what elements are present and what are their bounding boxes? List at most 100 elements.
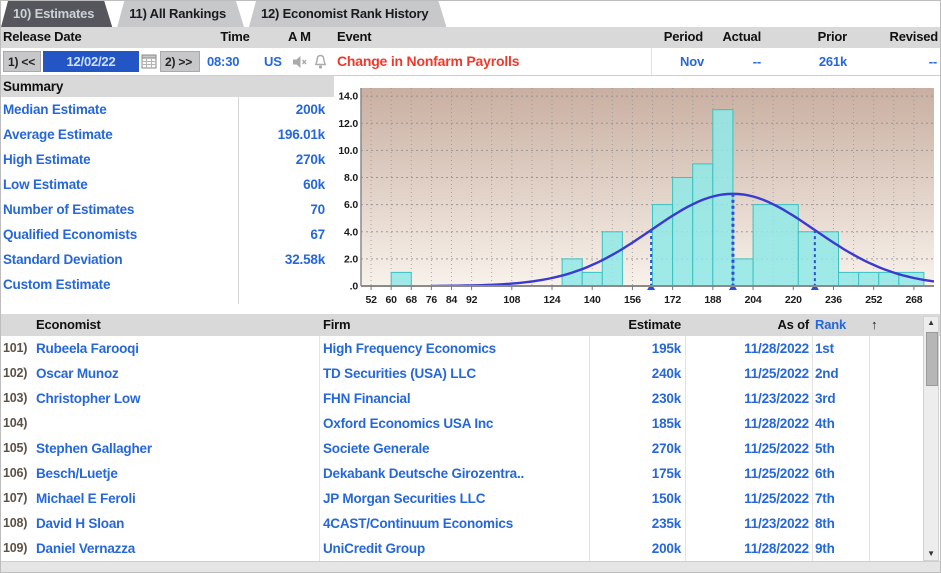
economist-name: Oscar Munoz	[36, 361, 119, 386]
summary-row: Low Estimate60k	[1, 172, 334, 197]
row-number: 102)	[3, 361, 34, 386]
estimate-value: 200k	[593, 536, 681, 561]
row-number: 105)	[3, 436, 34, 461]
rank-value: 5th	[815, 436, 835, 461]
rank-value: 3rd	[815, 386, 835, 411]
x-tick-label: 172	[664, 294, 681, 306]
row-number: 101)	[3, 336, 34, 361]
y-tick-label: 8.0	[344, 172, 358, 184]
x-tick-label: 236	[825, 294, 842, 306]
prev-release-button[interactable]: 1) <<	[3, 51, 41, 72]
estimate-value: 175k	[593, 461, 681, 486]
x-tick-label: 124	[544, 294, 561, 306]
x-tick-label: 84	[446, 294, 458, 306]
table-row[interactable]: 105)Stephen GallagherSociete Generale270…	[1, 436, 940, 461]
col-actual: Actual	[709, 29, 761, 44]
summary-row: Median Estimate200k	[1, 97, 334, 122]
plot-background	[361, 88, 934, 286]
asof-date: 11/23/2022	[689, 511, 809, 536]
asof-date: 11/23/2022	[689, 386, 809, 411]
table-row[interactable]: 108)David H Sloan4CAST/Continuum Economi…	[1, 511, 940, 536]
summary-value: 200k	[296, 97, 325, 122]
summary-value: 70	[310, 197, 325, 222]
rank-value: 6th	[815, 461, 835, 486]
summary-divider	[238, 97, 239, 304]
col-alert-monitor: A M	[288, 29, 311, 44]
tab-12-economist-rank-history[interactable]: 12) Economist Rank History	[249, 1, 446, 27]
table-scrollbar[interactable]: ▲ ▼	[923, 316, 939, 561]
economist-name: Stephen Gallagher	[36, 436, 152, 461]
estimate-value: 240k	[593, 361, 681, 386]
estimate-value: 230k	[593, 386, 681, 411]
footer-strip	[1, 561, 940, 573]
speaker-muted-icon[interactable]	[292, 55, 308, 72]
calendar-icon[interactable]	[141, 53, 158, 70]
next-release-button[interactable]: 2) >>	[160, 51, 200, 72]
table-row[interactable]: 103)Christopher LowFHN Financial230k11/2…	[1, 386, 940, 411]
table-row[interactable]: 104)Oxford Economics USA Inc185k11/28/20…	[1, 411, 940, 436]
country-code: US	[264, 48, 282, 75]
col-event: Event	[337, 29, 371, 44]
histogram-bar	[693, 164, 713, 286]
histogram-bar	[839, 272, 859, 286]
summary-panel: Median Estimate200kAverage Estimate196.0…	[1, 97, 334, 304]
alarm-bell-icon[interactable]	[313, 54, 328, 73]
rank-value: 8th	[815, 511, 835, 536]
table-row[interactable]: 109)Daniel VernazzaUniCredit Group200k11…	[1, 536, 940, 561]
x-tick-label: 188	[704, 294, 721, 306]
tab-11-all-rankings[interactable]: 11) All Rankings	[117, 1, 244, 27]
summary-label: High Estimate	[3, 147, 90, 172]
scroll-down-icon[interactable]: ▼	[924, 548, 938, 560]
scrollbar-thumb[interactable]	[926, 332, 938, 386]
summary-value: 196.01k	[278, 122, 325, 147]
histogram-bar	[753, 205, 798, 286]
estimate-value: 150k	[593, 486, 681, 511]
table-row[interactable]: 101)Rubeela FarooqiHigh Frequency Econom…	[1, 336, 940, 361]
event-row: 1) << 12/02/22 2) >> 08:30 US	[1, 48, 940, 76]
row-number: 108)	[3, 511, 34, 536]
x-tick-label: 76	[426, 294, 438, 306]
summary-row: Number of Estimates 70	[1, 197, 334, 222]
summary-label: Number of Estimates	[3, 197, 134, 222]
table-row[interactable]: 107)Michael E FeroliJP Morgan Securities…	[1, 486, 940, 511]
x-tick-label: 68	[406, 294, 418, 306]
asof-date: 11/25/2022	[689, 486, 809, 511]
x-tick-label: 220	[785, 294, 802, 306]
y-tick-label: .0	[350, 281, 359, 293]
row-number: 106)	[3, 461, 34, 486]
col-economist[interactable]: Economist	[36, 317, 101, 332]
rank-value: 4th	[815, 411, 835, 436]
col-asof[interactable]: As of	[689, 317, 809, 332]
asof-date: 11/28/2022	[689, 411, 809, 436]
asof-date: 11/25/2022	[689, 461, 809, 486]
summary-title: Summary	[3, 79, 63, 94]
summary-value: 270k	[296, 147, 325, 172]
col-estimate[interactable]: Estimate	[593, 317, 681, 332]
x-tick-label: 140	[584, 294, 601, 306]
release-date-input[interactable]: 12/02/22	[43, 51, 139, 72]
estimate-value: 195k	[593, 336, 681, 361]
histogram-bar	[733, 259, 753, 286]
table-row[interactable]: 102)Oscar MunozTD Securities (USA) LLC24…	[1, 361, 940, 386]
row-number: 109)	[3, 536, 34, 561]
estimate-histogram-chart: 5260687684921081241401561721882042202362…	[334, 76, 941, 314]
tab-10-estimates[interactable]: 10) Estimates	[1, 1, 112, 27]
release-time: 08:30	[207, 48, 239, 75]
estimate-value: 185k	[593, 411, 681, 436]
x-tick-label: 204	[745, 294, 762, 306]
x-tick-label: 252	[865, 294, 882, 306]
economist-name: David H Sloan	[36, 511, 124, 536]
sort-ascending-icon[interactable]: ↑	[871, 317, 877, 332]
economist-name: Daniel Vernazza	[36, 536, 135, 561]
col-rank[interactable]: Rank	[815, 317, 846, 332]
histogram-bar	[582, 272, 602, 286]
summary-label: Custom Estimate	[3, 272, 110, 297]
event-name[interactable]: Change in Nonfarm Payrolls	[337, 48, 519, 75]
summary-row: Standard Deviation32.58k	[1, 247, 334, 272]
table-row[interactable]: 106)Besch/LuetjeDekabank Deutsche Giroze…	[1, 461, 940, 486]
summary-row: Custom Estimate	[1, 272, 334, 297]
scroll-up-icon[interactable]: ▲	[924, 317, 938, 329]
col-revised: Revised	[872, 29, 938, 44]
col-period: Period	[651, 29, 703, 44]
col-firm[interactable]: Firm	[323, 317, 350, 332]
